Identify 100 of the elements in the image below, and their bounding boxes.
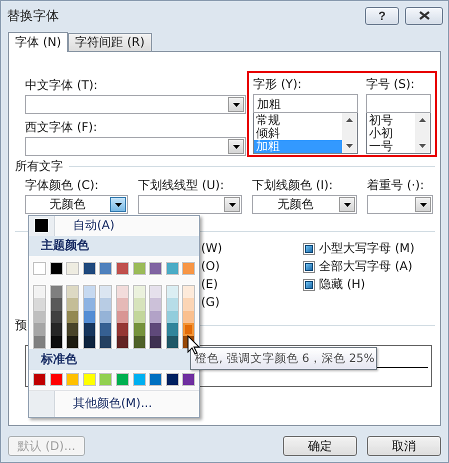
tab[interactable]: 字体 (N) xyxy=(8,32,68,52)
list-item[interactable]: 一号 xyxy=(366,140,415,153)
color-swatch[interactable] xyxy=(50,336,62,348)
color-swatch[interactable] xyxy=(150,310,162,324)
color-swatch[interactable] xyxy=(66,373,80,386)
checkbox[interactable] xyxy=(303,278,315,290)
color-swatch[interactable] xyxy=(149,373,162,386)
color-swatch[interactable] xyxy=(116,310,128,324)
color-swatch[interactable] xyxy=(116,336,128,348)
color-swatch[interactable] xyxy=(67,310,78,324)
color-swatch[interactable] xyxy=(34,286,45,298)
color-swatch[interactable] xyxy=(84,323,95,336)
color-swatch[interactable] xyxy=(84,336,95,348)
dialog-button[interactable]: 确定 xyxy=(283,436,357,456)
color-swatch[interactable] xyxy=(100,310,112,324)
color-swatch[interactable] xyxy=(50,323,62,336)
color-swatch[interactable] xyxy=(99,373,112,386)
color-swatch[interactable] xyxy=(166,298,178,311)
color-swatch[interactable] xyxy=(166,323,178,336)
color-swatch[interactable] xyxy=(166,310,178,324)
scroll-up-icon[interactable] xyxy=(419,118,426,122)
color-swatch[interactable] xyxy=(84,298,95,311)
style-input[interactable]: 加粗 xyxy=(253,94,358,113)
color-swatch[interactable] xyxy=(116,323,128,336)
color-swatch[interactable] xyxy=(150,323,162,336)
color-swatch[interactable] xyxy=(50,310,62,324)
color-swatch[interactable] xyxy=(82,373,96,386)
color-swatch[interactable] xyxy=(84,310,95,324)
dropdown[interactable] xyxy=(367,195,433,214)
color-swatch[interactable] xyxy=(182,373,196,386)
color-swatch[interactable] xyxy=(34,298,45,311)
list-item[interactable]: 倾斜 xyxy=(254,127,342,140)
color-swatch[interactable] xyxy=(116,262,129,276)
list-item[interactable]: 常规 xyxy=(254,114,342,127)
color-swatch[interactable] xyxy=(132,373,146,386)
color-swatch[interactable] xyxy=(82,262,96,276)
menu-item[interactable]: 自动(A) xyxy=(29,216,199,236)
help-button[interactable]: ? xyxy=(365,6,399,24)
color-swatch[interactable] xyxy=(166,336,178,348)
color-swatch[interactable] xyxy=(50,373,63,386)
dropdown[interactable]: 无颜色 xyxy=(25,195,128,214)
scroll-down-icon[interactable] xyxy=(419,144,426,148)
color-swatch[interactable] xyxy=(33,262,46,276)
color-swatch[interactable] xyxy=(50,262,63,276)
color-swatch[interactable] xyxy=(100,286,112,298)
color-swatch[interactable] xyxy=(134,310,145,324)
color-swatch[interactable] xyxy=(149,262,162,276)
color-swatch[interactable] xyxy=(67,298,78,311)
color-swatch[interactable] xyxy=(67,323,78,336)
font-dropdown[interactable] xyxy=(25,95,246,114)
color-swatch[interactable] xyxy=(134,336,145,348)
color-swatch[interactable] xyxy=(150,286,162,298)
window-title: 替换字体 xyxy=(7,8,60,24)
checkbox[interactable] xyxy=(303,260,315,272)
color-swatch[interactable] xyxy=(134,286,145,298)
color-swatch[interactable] xyxy=(67,336,78,348)
color-swatch[interactable] xyxy=(166,286,178,298)
color-swatch[interactable] xyxy=(99,262,112,276)
menu-item[interactable]: 其他颜色(M)... xyxy=(29,390,199,417)
color-swatch[interactable] xyxy=(166,262,179,276)
color-swatch[interactable] xyxy=(33,373,46,386)
color-swatch[interactable] xyxy=(66,262,80,276)
caret-icon xyxy=(232,144,240,148)
color-swatch[interactable] xyxy=(150,298,162,311)
color-swatch[interactable] xyxy=(50,286,62,298)
scroll-down-icon[interactable] xyxy=(346,144,353,148)
close-button[interactable] xyxy=(405,6,443,24)
color-swatch[interactable] xyxy=(183,310,194,324)
color-swatch[interactable] xyxy=(100,298,112,311)
font-dropdown[interactable] xyxy=(25,137,246,156)
color-swatch[interactable] xyxy=(84,286,95,298)
color-swatch[interactable] xyxy=(182,262,196,276)
dropdown[interactable]: 无颜色 xyxy=(252,195,357,214)
color-swatch[interactable] xyxy=(132,262,146,276)
checkbox[interactable] xyxy=(303,242,315,254)
color-swatch[interactable] xyxy=(116,373,129,386)
tab[interactable]: 字符间距 (R) xyxy=(68,33,152,51)
color-swatch[interactable] xyxy=(134,323,145,336)
dropdown[interactable] xyxy=(138,195,242,214)
color-swatch[interactable] xyxy=(34,323,45,336)
color-swatch[interactable] xyxy=(150,336,162,348)
color-swatch[interactable] xyxy=(67,286,78,298)
list-item[interactable]: 初号 xyxy=(366,114,415,127)
scroll-up-icon[interactable] xyxy=(346,118,353,122)
color-swatch[interactable] xyxy=(100,336,112,348)
color-swatch[interactable] xyxy=(134,298,145,311)
color-swatch[interactable] xyxy=(183,323,194,336)
field-label: 着重号 (·): xyxy=(367,178,426,193)
size-input[interactable] xyxy=(366,94,431,113)
color-swatch[interactable] xyxy=(116,286,128,298)
color-swatch[interactable] xyxy=(34,310,45,324)
color-swatch[interactable] xyxy=(183,286,194,298)
dialog-button[interactable]: 取消 xyxy=(367,436,441,456)
color-swatch[interactable] xyxy=(100,323,112,336)
color-swatch[interactable] xyxy=(116,298,128,311)
color-swatch[interactable] xyxy=(34,336,45,348)
color-swatch[interactable] xyxy=(166,373,179,386)
list-item[interactable]: 小初 xyxy=(366,127,415,140)
color-swatch[interactable] xyxy=(50,298,62,311)
color-swatch[interactable] xyxy=(183,298,194,311)
